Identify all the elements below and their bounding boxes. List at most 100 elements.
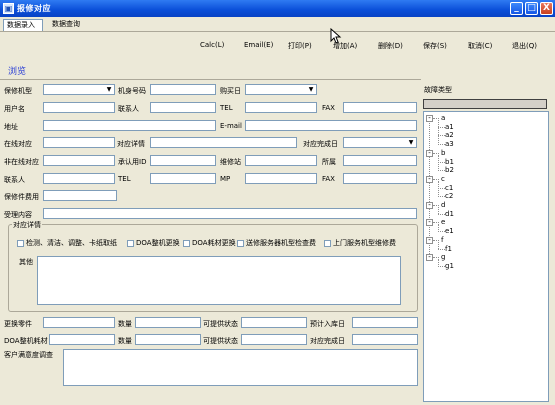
tree-collapse-icon[interactable]: - <box>426 219 433 227</box>
content-input[interactable] <box>43 208 417 219</box>
contact2-input[interactable] <box>43 173 115 184</box>
online-input[interactable] <box>43 137 115 148</box>
tel2-input[interactable] <box>150 173 216 184</box>
checkbox-icon[interactable] <box>324 239 331 247</box>
tree-connector <box>438 135 445 137</box>
checkbox-icon[interactable] <box>183 239 190 247</box>
email-button[interactable]: Email(E) <box>244 41 273 49</box>
user-id-input[interactable] <box>150 155 216 166</box>
address-input[interactable] <box>43 120 216 131</box>
qty2-input[interactable] <box>135 334 201 345</box>
tree-leaf[interactable]: a1 <box>445 123 454 131</box>
mp-input[interactable] <box>245 173 317 184</box>
serial-input[interactable] <box>150 84 216 95</box>
fault-tree[interactable]: - a a1 a2 a3- b b1 b2- c c1 c2- d d1- e e1- f f1- g g1 <box>423 111 549 402</box>
username-label: 用户名 <box>4 105 25 113</box>
tree-node[interactable]: d <box>441 201 445 209</box>
offline-input[interactable] <box>43 155 115 166</box>
option-check-clean[interactable]: 检测、清洁、调整、卡纸取纸 <box>17 238 117 248</box>
expected-input[interactable] <box>352 317 418 328</box>
tree-collapse-icon[interactable]: - <box>426 202 433 209</box>
username-input[interactable] <box>43 102 115 113</box>
part-input[interactable] <box>43 317 115 328</box>
calc-button[interactable]: Calc(L) <box>200 41 224 49</box>
tree-collapse-icon[interactable]: - <box>426 254 433 262</box>
option-doa-machine[interactable]: DOA整机更换 <box>127 238 180 248</box>
save-button[interactable]: 保存(S) <box>423 41 447 51</box>
dropdown-arrow-icon[interactable]: ▼ <box>105 86 113 93</box>
purchase-date-select[interactable]: ▼ <box>245 84 317 95</box>
tree-node[interactable]: f <box>441 236 443 244</box>
checkbox-icon[interactable] <box>127 239 134 247</box>
tree-leaf[interactable]: g1 <box>445 262 454 270</box>
doa-input[interactable] <box>49 334 115 345</box>
qty2-label: 数量 <box>118 337 132 345</box>
tree-leaf[interactable]: b2 <box>445 166 454 174</box>
finish-date-select[interactable]: ▼ <box>343 137 417 148</box>
checkbox-icon[interactable] <box>237 239 244 247</box>
repair-station-input[interactable] <box>245 155 317 166</box>
tab-data-entry[interactable]: 数据录入 <box>3 19 43 31</box>
repair-fee-input[interactable] <box>43 190 117 201</box>
tree-leaf[interactable]: c1 <box>445 184 453 192</box>
option-doa-consumable[interactable]: DOA耗材更换 <box>183 238 236 248</box>
detail-input[interactable] <box>150 137 297 148</box>
option-server-check-fee[interactable]: 送修服务器机型检查费 <box>237 238 316 248</box>
tree-node[interactable]: e <box>441 218 445 226</box>
address-label: 地址 <box>4 123 18 131</box>
tree-leaf[interactable]: c2 <box>445 192 453 200</box>
app-icon: ▣ <box>3 3 14 14</box>
dropdown-arrow-icon[interactable]: ▼ <box>307 86 315 93</box>
tree-connector <box>438 248 445 250</box>
belong-input[interactable] <box>343 155 417 166</box>
supply-label: 可提供状态 <box>203 320 238 328</box>
delete-button[interactable]: 删除(D) <box>378 41 403 51</box>
model-select[interactable]: ▼ <box>43 84 115 95</box>
qty-input[interactable] <box>135 317 201 328</box>
checkbox-icon[interactable] <box>17 239 24 247</box>
tree-leaf[interactable]: d1 <box>445 210 454 218</box>
finish2-label: 对应完成日 <box>310 337 345 345</box>
tree-collapse-icon[interactable]: - <box>426 175 433 183</box>
contact-input[interactable] <box>150 102 216 113</box>
finish2-input[interactable] <box>352 334 418 345</box>
dropdown-arrow-icon[interactable]: ▼ <box>407 139 415 146</box>
contact-label: 联系人 <box>118 105 139 113</box>
supply2-input[interactable] <box>241 334 307 345</box>
minimize-button[interactable]: _ <box>510 2 523 15</box>
tree-connector <box>438 258 439 267</box>
supply-input[interactable] <box>241 317 307 328</box>
fault-type-input[interactable] <box>423 99 547 109</box>
content-label: 受理内容 <box>4 211 32 219</box>
model-label: 保修机型 <box>4 87 32 95</box>
email-label: E-mail <box>220 122 242 130</box>
other-textarea[interactable] <box>37 256 401 305</box>
add-button[interactable]: 增加(A) <box>333 41 357 51</box>
cancel-button[interactable]: 取消(C) <box>468 41 492 51</box>
fax-input[interactable] <box>343 102 417 113</box>
tel-input[interactable] <box>245 102 317 113</box>
fax2-input[interactable] <box>343 173 417 184</box>
tree-collapse-icon[interactable]: - <box>426 236 433 244</box>
tree-leaf[interactable]: a3 <box>445 140 454 148</box>
exit-button[interactable]: 退出(Q) <box>512 41 537 51</box>
tree-node[interactable]: b <box>441 149 445 157</box>
tree-collapse-icon[interactable]: - <box>426 149 433 157</box>
tree-node[interactable]: a <box>441 114 445 122</box>
tree-node[interactable]: g <box>441 253 445 261</box>
tab-data-query[interactable]: 数据查询 <box>49 19 89 31</box>
tree-leaf[interactable]: f1 <box>445 245 452 253</box>
close-button[interactable]: X <box>540 2 553 15</box>
survey-textarea[interactable] <box>63 349 418 386</box>
option-onsite-repair-fee[interactable]: 上门服务机型维修费 <box>324 238 396 248</box>
supply2-label: 可提供状态 <box>203 337 238 345</box>
tree-leaf[interactable]: a2 <box>445 131 454 139</box>
email-input[interactable] <box>245 120 417 131</box>
tree-leaf[interactable]: b1 <box>445 158 454 166</box>
purchase-date-label: 购买日 <box>220 87 241 95</box>
tree-collapse-icon[interactable]: - <box>426 115 433 122</box>
maximize-button[interactable]: □ <box>525 2 538 15</box>
print-button[interactable]: 打印(P) <box>288 41 312 51</box>
tree-leaf[interactable]: e1 <box>445 227 454 235</box>
tree-node[interactable]: c <box>441 175 445 183</box>
